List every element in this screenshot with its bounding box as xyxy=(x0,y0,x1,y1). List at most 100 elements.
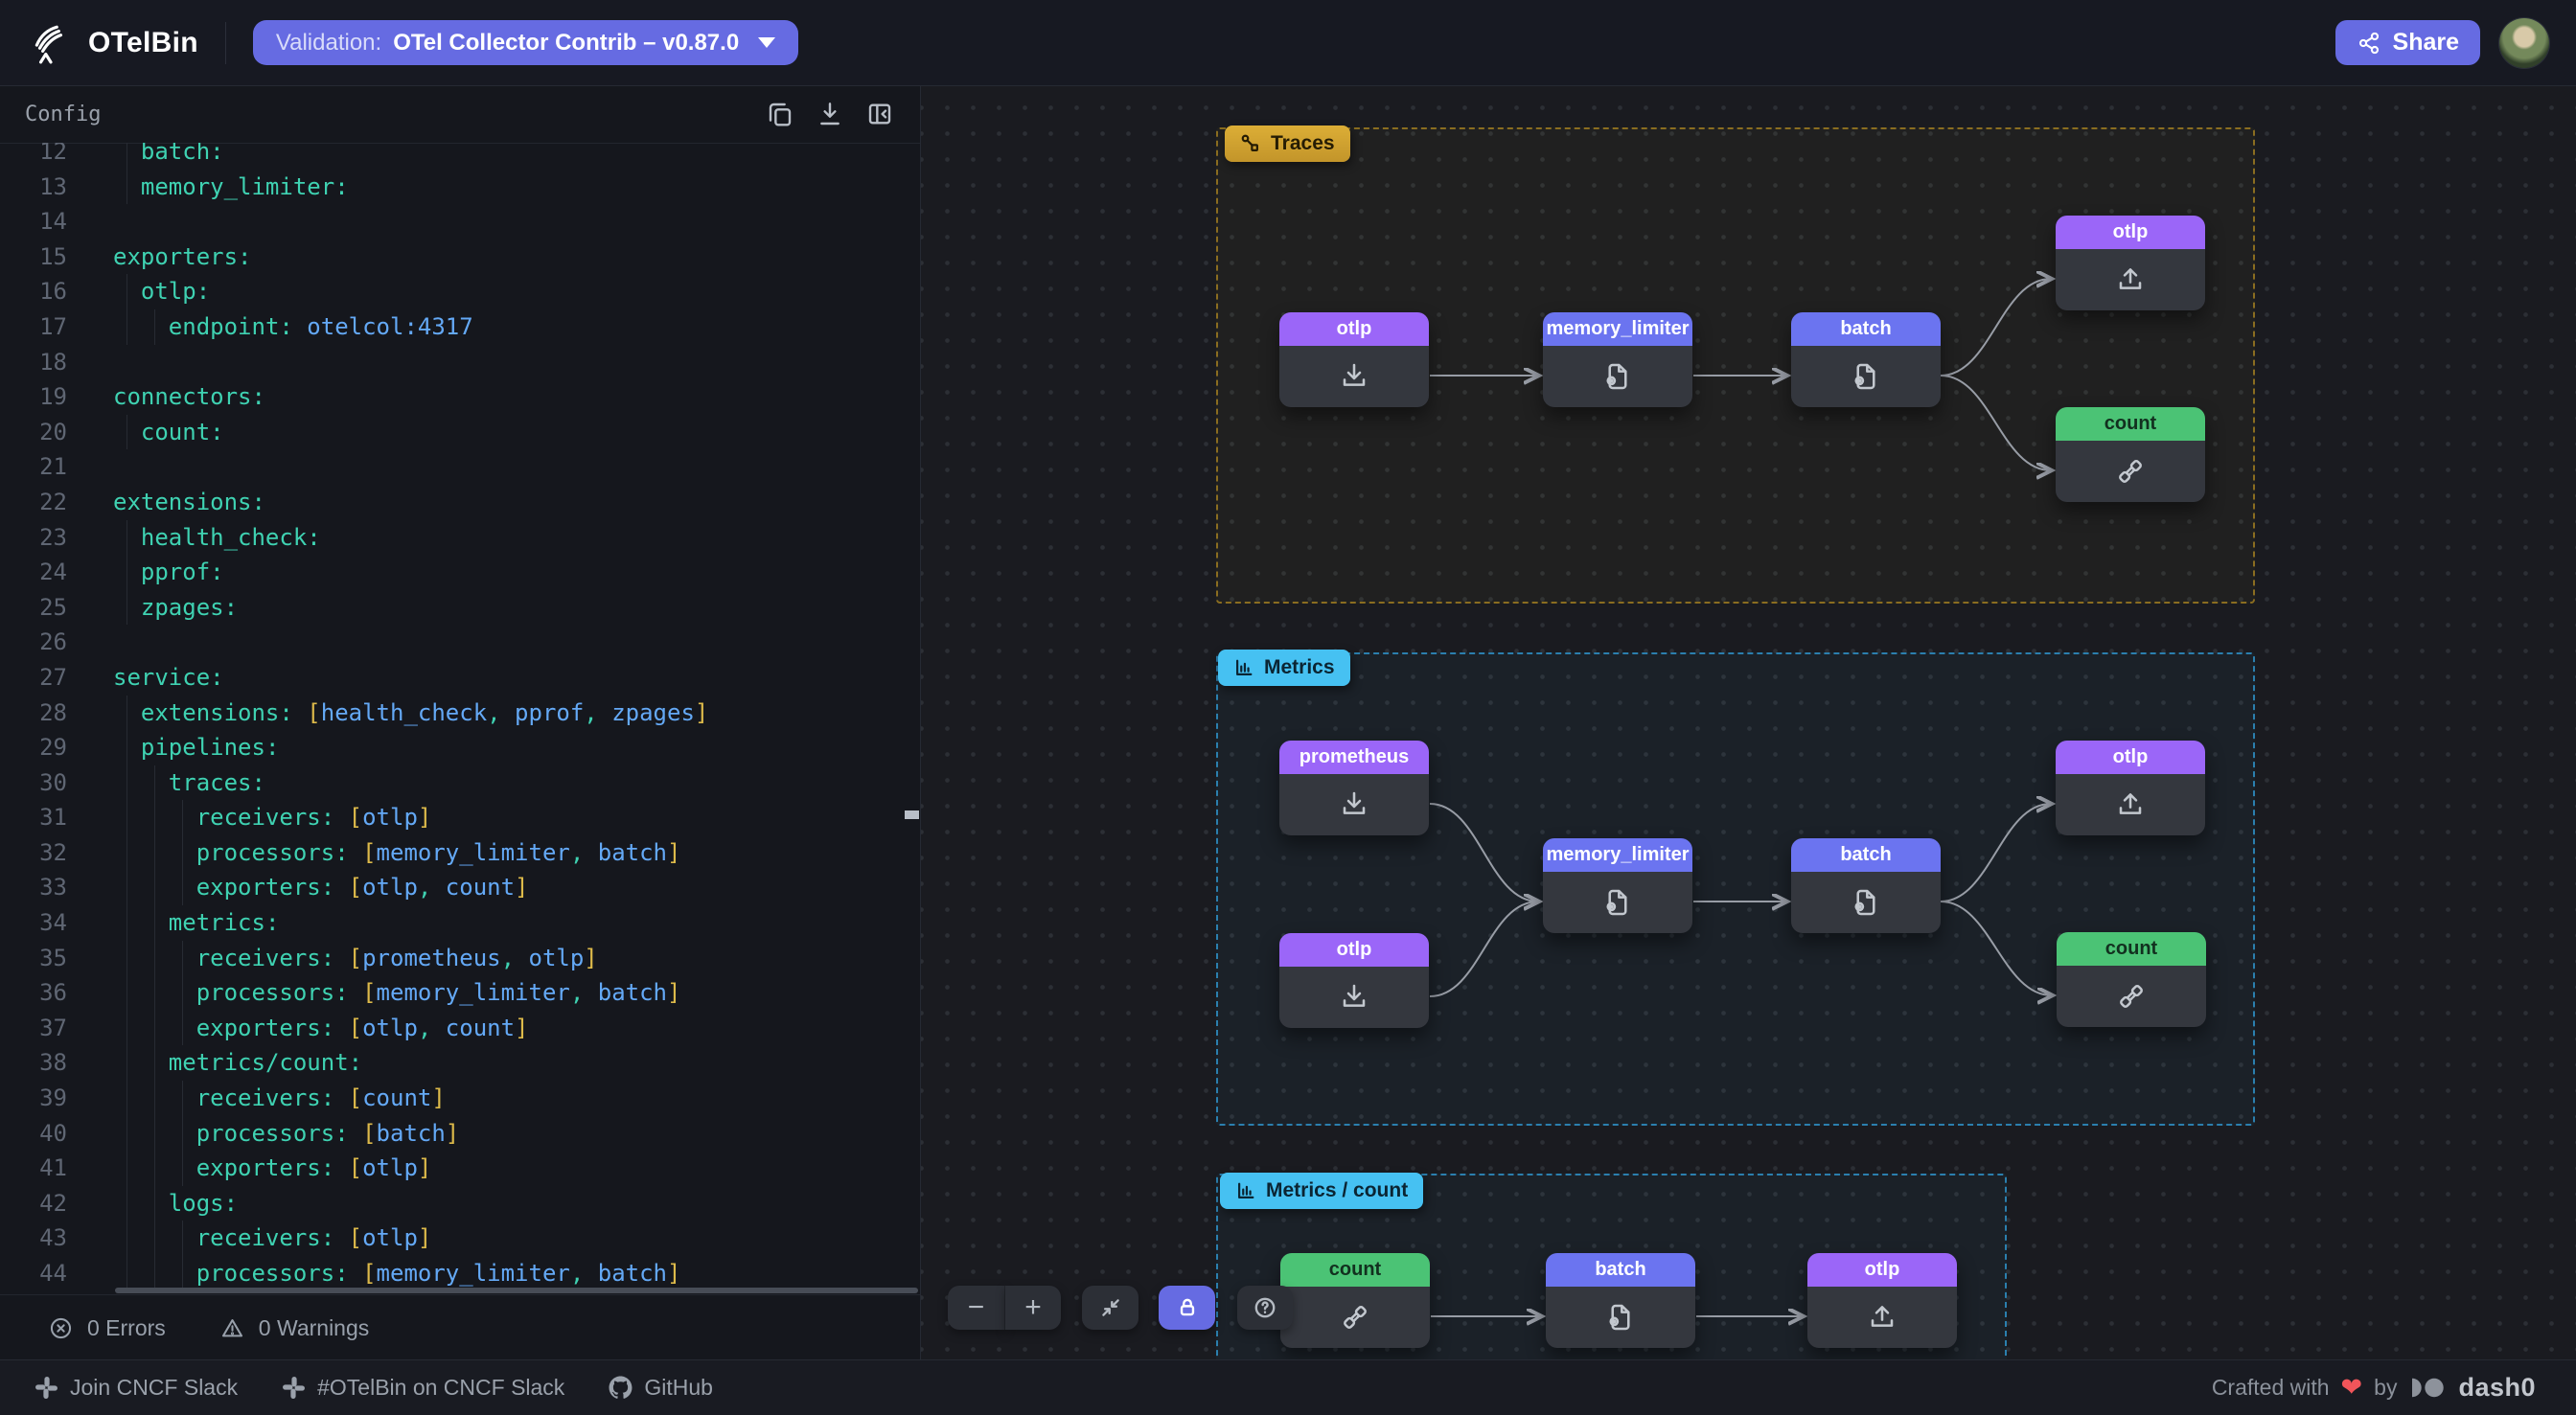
collapse-panel-button[interactable] xyxy=(864,99,895,129)
node-batch[interactable]: batch xyxy=(1791,312,1941,407)
node-memory_limiter[interactable]: memory_limiter xyxy=(1543,838,1692,933)
warnings-count: 0 Warnings xyxy=(259,1315,369,1341)
node-batch[interactable]: batch xyxy=(1546,1253,1695,1348)
node-body xyxy=(1279,967,1429,1028)
validation-dropdown[interactable]: Validation: OTel Collector Contrib – v0.… xyxy=(253,20,798,65)
config-panel-header: Config xyxy=(0,85,920,144)
node-otlp[interactable]: otlp xyxy=(1279,312,1429,407)
code-line: 15exporters: xyxy=(0,240,920,275)
code-text: logs: xyxy=(113,1186,238,1221)
node-label: batch xyxy=(1791,312,1941,346)
code-line: 18 xyxy=(0,345,920,380)
file-cog-icon xyxy=(1851,361,1881,392)
warnings-status[interactable]: 0 Warnings xyxy=(219,1315,369,1341)
chevron-down-icon xyxy=(758,37,775,48)
footer-link-label: #OTelBin on CNCF Slack xyxy=(317,1375,564,1401)
chart-icon xyxy=(1235,1180,1256,1201)
code-text: traces: xyxy=(113,765,265,801)
line-number: 27 xyxy=(0,660,67,696)
node-count[interactable]: count xyxy=(2057,932,2206,1027)
code-text: service: xyxy=(113,660,224,696)
node-label: count xyxy=(1280,1253,1430,1287)
code-text: receivers: [otlp] xyxy=(113,1221,431,1256)
node-batch[interactable]: batch xyxy=(1791,838,1941,933)
chart-icon xyxy=(1233,657,1254,678)
header-divider xyxy=(225,22,226,64)
line-number: 22 xyxy=(0,485,67,520)
line-number: 43 xyxy=(0,1221,67,1256)
node-count[interactable]: count xyxy=(2056,407,2205,502)
code-line: 41exporters: [otlp] xyxy=(0,1151,920,1186)
node-count[interactable]: count xyxy=(1280,1253,1430,1348)
code-line: 30traces: xyxy=(0,765,920,801)
node-otlp[interactable]: otlp xyxy=(2056,216,2205,310)
node-memory_limiter[interactable]: memory_limiter xyxy=(1543,312,1692,407)
code-text: processors: [batch] xyxy=(113,1116,459,1152)
code-text: endpoint: otelcol:4317 xyxy=(113,309,473,345)
node-body xyxy=(2056,441,2205,502)
download-icon xyxy=(1339,361,1369,392)
vertical-scrollbar[interactable] xyxy=(905,810,919,819)
question-circle-icon xyxy=(1253,1295,1277,1320)
node-otlp[interactable]: otlp xyxy=(1807,1253,1957,1348)
line-number: 18 xyxy=(0,345,67,380)
node-label: otlp xyxy=(1807,1253,1957,1287)
errors-status[interactable]: 0 Errors xyxy=(48,1315,166,1341)
copy-config-button[interactable] xyxy=(765,99,795,129)
lock-icon xyxy=(1175,1295,1200,1320)
code-text: exporters: [otlp] xyxy=(113,1151,431,1186)
brand: OTelBin xyxy=(0,21,198,65)
node-body xyxy=(1280,1287,1430,1348)
footer-link-label: Join CNCF Slack xyxy=(70,1375,238,1401)
lock-button[interactable] xyxy=(1159,1286,1215,1330)
zoom-out-button[interactable]: − xyxy=(948,1286,1005,1330)
upload-icon xyxy=(2115,264,2146,295)
otelbin-logo-icon xyxy=(29,21,73,65)
code-text: extensions: [health_check, pprof, zpages… xyxy=(113,696,708,731)
download-config-button[interactable] xyxy=(815,99,845,129)
node-label: count xyxy=(2056,407,2205,441)
horizontal-scrollbar[interactable] xyxy=(115,1288,918,1293)
code-text: processors: [memory_limiter, batch] xyxy=(113,975,680,1011)
avatar[interactable] xyxy=(2499,18,2549,68)
error-circle-icon xyxy=(48,1315,74,1341)
yaml-editor[interactable]: 12batch:13memory_limiter:1415exporters:1… xyxy=(0,143,920,1295)
code-line: 13 memory_limiter: xyxy=(0,170,920,205)
zoom-in-button[interactable]: + xyxy=(1005,1286,1061,1330)
line-number: 25 xyxy=(0,590,67,626)
node-label: batch xyxy=(1791,838,1941,872)
download-icon xyxy=(1339,789,1369,820)
app-title: OTelBin xyxy=(88,27,198,59)
line-number: 13 xyxy=(0,170,67,205)
code-text: pipelines: xyxy=(113,730,279,765)
code-text: memory_limiter: xyxy=(113,170,349,205)
code-line: 22extensions: xyxy=(0,485,920,520)
pipeline-badge-metrics-count: Metrics / count xyxy=(1220,1173,1423,1209)
footer-link[interactable]: Join CNCF Slack xyxy=(34,1375,238,1401)
crafted-by: Crafted with ❤ by dash0 xyxy=(2212,1373,2542,1403)
share-button[interactable]: Share xyxy=(2335,20,2480,65)
pipeline-graph-canvas[interactable]: − + TracesMetricsMetrics / countotlpmemo… xyxy=(921,85,2576,1360)
line-number: 16 xyxy=(0,274,67,309)
node-label: otlp xyxy=(2056,216,2205,249)
code-line: 31receivers: [otlp] xyxy=(0,800,920,835)
plug-icon xyxy=(1340,1302,1370,1333)
node-otlp[interactable]: otlp xyxy=(1279,933,1429,1028)
line-number: 34 xyxy=(0,905,67,941)
help-button[interactable] xyxy=(1237,1286,1293,1330)
node-otlp[interactable]: otlp xyxy=(2056,741,2205,835)
node-body xyxy=(1791,346,1941,407)
config-panel-title: Config xyxy=(25,103,101,126)
code-text: zpages: xyxy=(113,590,238,626)
fit-view-icon xyxy=(1098,1295,1123,1320)
footer-link[interactable]: #OTelBin on CNCF Slack xyxy=(282,1375,564,1401)
fit-view-button[interactable] xyxy=(1082,1286,1138,1330)
minus-icon: − xyxy=(968,1291,985,1324)
node-prometheus[interactable]: prometheus xyxy=(1279,741,1429,835)
pipeline-badge-label: Metrics / count xyxy=(1266,1179,1408,1202)
code-line: 32processors: [memory_limiter, batch] xyxy=(0,835,920,871)
footer: Join CNCF Slack #OTelBin on CNCF Slack Git… xyxy=(0,1359,2576,1415)
file-cog-icon xyxy=(1605,1302,1636,1333)
line-number: 19 xyxy=(0,379,67,415)
footer-link[interactable]: GitHub xyxy=(609,1375,713,1401)
